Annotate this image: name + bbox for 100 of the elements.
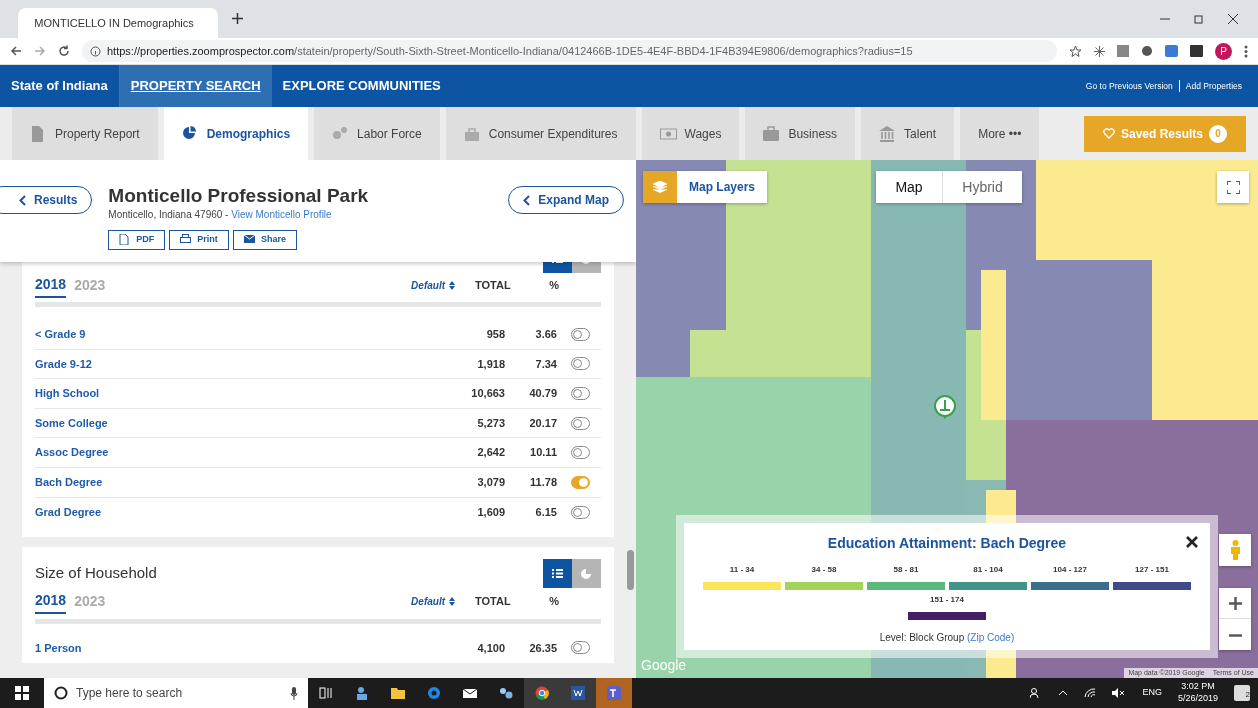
zip-code-link[interactable]: (Zip Code): [967, 632, 1015, 643]
toggle-switch[interactable]: [571, 475, 590, 489]
property-title: Monticello Professional Park: [108, 186, 370, 207]
percent-value: 3.66: [534, 327, 557, 343]
speaker-muted-icon[interactable]: [1112, 688, 1127, 698]
windows-logo: [15, 686, 29, 700]
map-type-tab[interactable]: Hybrid: [942, 171, 1022, 203]
notification-badge[interactable]: 2: [1234, 685, 1250, 701]
fullscreen-icon[interactable]: [1217, 171, 1249, 203]
row-label-link[interactable]: Some College: [35, 414, 108, 432]
view-toggle[interactable]: [572, 559, 601, 589]
microphone-icon: [290, 687, 298, 701]
header-link[interactable]: Add Properties: [1178, 79, 1248, 93]
bag-icon: [463, 125, 481, 142]
pie-chart-icon: [581, 568, 592, 580]
chevron-up-icon[interactable]: [1058, 690, 1069, 696]
range-label: 81 - 104: [973, 564, 1003, 576]
toggle-switch[interactable]: [571, 387, 590, 400]
expand-map-button[interactable]: Expand Map: [508, 186, 624, 214]
chevron-left-icon: [523, 194, 531, 206]
row-label-link[interactable]: Grade 9-12: [35, 355, 92, 373]
minus-icon: [1228, 633, 1242, 637]
action-button[interactable]: PDF: [108, 229, 166, 250]
heart-icon: [1102, 128, 1115, 139]
pie-chart-icon: [181, 125, 199, 142]
pegman-glyph: [1229, 540, 1241, 560]
view-toggle[interactable]: [543, 559, 572, 589]
action-button[interactable]: Share: [232, 229, 297, 250]
list-icon: [552, 569, 563, 579]
row-label-link[interactable]: < Grade 9: [35, 326, 86, 343]
new-tab-icon[interactable]: [232, 13, 243, 25]
count-badge: 0: [1209, 124, 1227, 143]
envelope-icon: [243, 234, 255, 246]
row-label-link[interactable]: High School: [35, 385, 100, 402]
close-icon[interactable]: [1228, 14, 1238, 24]
row-label-link[interactable]: Grad Degree: [35, 504, 102, 521]
back-icon[interactable]: [10, 45, 22, 57]
nav-link[interactable]: EXPLORE COMMUNITIES: [271, 65, 452, 107]
range-label: 11 - 34: [729, 564, 755, 576]
address-field[interactable]: https://properties.zoomprospector.com/statein/property/South-Sixth-Street-Monticello-Indiana/0412466B-1DE5-4E4F-BBD4-1F4B394E9806/demographics?radius=15: [82, 40, 1057, 62]
section-tab[interactable]: More •••: [960, 107, 1040, 160]
row-label-link[interactable]: Bach Degree: [35, 474, 103, 491]
nav-link[interactable]: PROPERTY SEARCH: [119, 65, 272, 107]
action-button[interactable]: Print: [169, 229, 229, 250]
scrollbar-thumb[interactable]: [627, 550, 634, 590]
toggle-switch[interactable]: [571, 357, 590, 371]
zoom-out-button[interactable]: [1219, 619, 1251, 650]
teams-icon[interactable]: [596, 678, 632, 708]
year-tab[interactable]: 2018: [35, 589, 67, 614]
column-header: TOTAL: [475, 594, 512, 610]
total-value: 4,100: [476, 640, 505, 656]
total-value: 2,642: [476, 445, 505, 461]
toggle-switch[interactable]: [571, 327, 590, 341]
section-tab[interactable]: Business: [745, 107, 856, 160]
language-indicator[interactable]: ENG: [1142, 686, 1162, 700]
profile-link[interactable]: View Monticello Profile: [231, 208, 332, 220]
reload-icon[interactable]: [58, 45, 70, 57]
toggle-switch[interactable]: [571, 416, 590, 430]
row-label-link[interactable]: 1 Person: [35, 639, 82, 657]
section-tab[interactable]: Wages: [641, 107, 740, 160]
gears-icon: [332, 125, 350, 142]
header-link[interactable]: Go to Previous Version: [1079, 79, 1179, 93]
info-icon: [90, 45, 101, 57]
briefcase-icon: [763, 125, 781, 142]
range-label: 127 - 151: [1135, 564, 1169, 576]
results-button[interactable]: Results: [0, 186, 93, 214]
chrome-icon[interactable]: [524, 678, 560, 708]
sort-dropdown[interactable]: Default: [411, 278, 455, 293]
section-tab[interactable]: Labor Force: [314, 107, 440, 160]
clock[interactable]: 3:02 PM 5/26/2019: [1177, 681, 1218, 705]
wifi-icon[interactable]: [1084, 688, 1097, 698]
section-tab[interactable]: Consumer Expenditures: [445, 107, 636, 160]
section-tab[interactable]: Demographics: [163, 107, 309, 160]
toggle-switch[interactable]: [571, 641, 590, 655]
level-label: Level: Block Group: [879, 632, 965, 643]
star-icon[interactable]: [1069, 44, 1082, 58]
total-value: 5,273: [476, 415, 505, 431]
toggle-switch[interactable]: [571, 505, 590, 519]
row-label-link[interactable]: Assoc Degree: [35, 444, 109, 461]
chrome-glyph: [535, 686, 549, 700]
percent-value: 20.17: [528, 415, 557, 431]
sort-dropdown[interactable]: Default: [411, 594, 455, 610]
map-type-tab[interactable]: Map: [876, 171, 942, 203]
map-layers-button[interactable]: Map Layers: [643, 171, 768, 203]
more-icon[interactable]: [1244, 44, 1248, 58]
word-icon[interactable]: [560, 678, 596, 708]
total-value: 1,918: [476, 356, 505, 372]
restore-icon[interactable]: [1194, 14, 1204, 24]
google-logo: Google: [641, 656, 687, 675]
year-tab[interactable]: 2018: [35, 273, 67, 298]
percent-value: 11.78: [529, 475, 557, 490]
extension-icon[interactable]: [1141, 45, 1153, 57]
section-tab[interactable]: Property Report: [12, 107, 158, 160]
taskbar-search-field[interactable]: Type here to search: [44, 678, 308, 708]
section-tab[interactable]: Talent: [861, 107, 955, 160]
snowflake-icon[interactable]: [1094, 45, 1105, 57]
zoom-in-button[interactable]: [1219, 588, 1251, 619]
cortana-circle-icon: [54, 686, 68, 700]
toggle-switch[interactable]: [571, 446, 590, 460]
profile-avatar[interactable]: P: [1215, 42, 1232, 60]
